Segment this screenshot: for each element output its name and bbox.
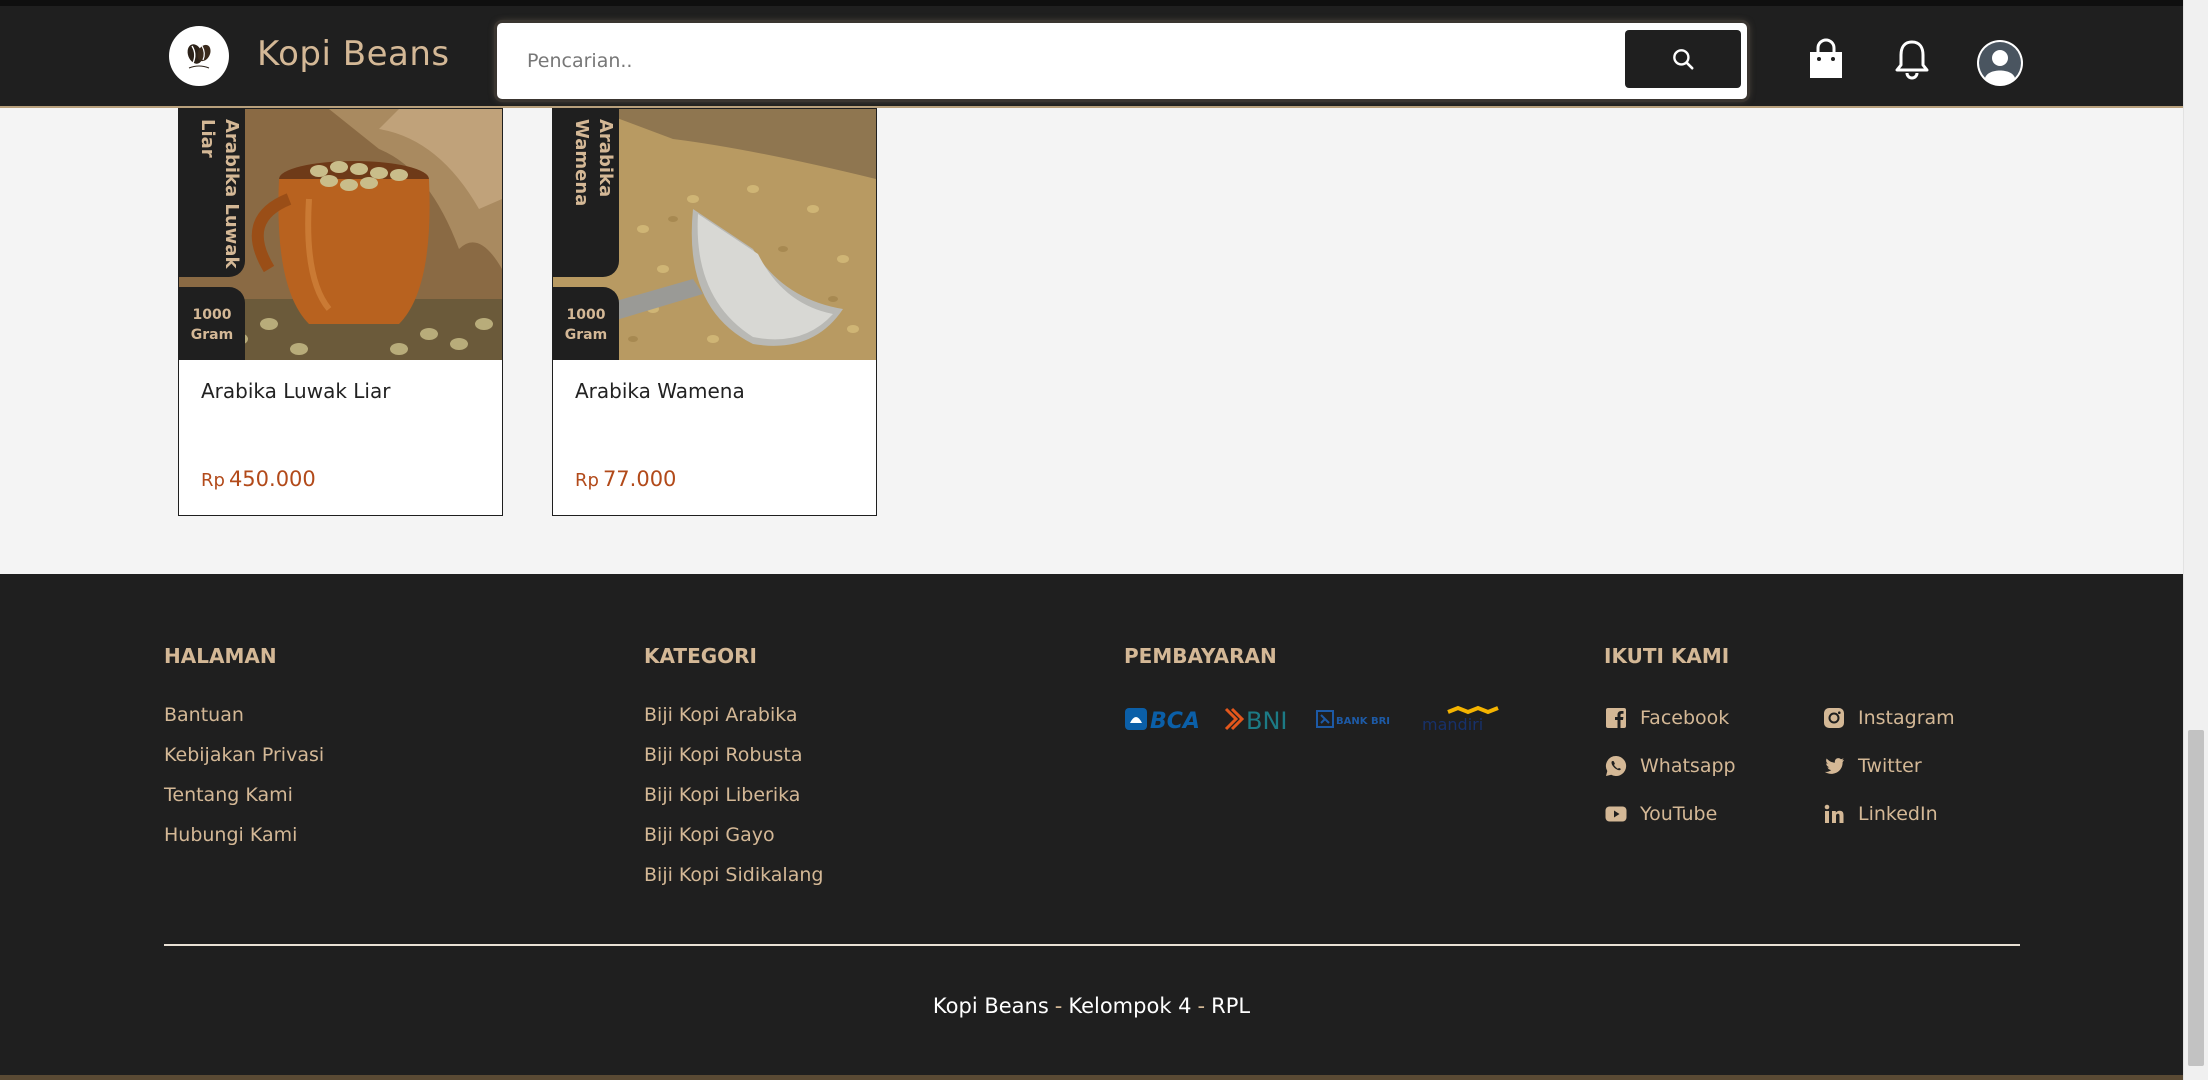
footer-heading: IKUTI KAMI: [1604, 644, 1730, 668]
user-avatar[interactable]: [1977, 40, 2023, 86]
currency-label: Rp: [575, 470, 599, 491]
search-bar: [497, 23, 1747, 99]
svg-text:mandiri: mandiri: [1422, 715, 1483, 734]
twitter-icon: [1824, 758, 1844, 774]
bell-icon: [1895, 40, 1929, 80]
footer-link-arabika[interactable]: Biji Kopi Arabika: [644, 704, 823, 744]
svg-text:BANK BRI: BANK BRI: [1336, 716, 1390, 727]
social-label: YouTube: [1640, 803, 1718, 825]
footer-link-kebijakan-privasi[interactable]: Kebijakan Privasi: [164, 744, 324, 784]
youtube-icon: [1605, 806, 1627, 822]
footer-heading: KATEGORI: [644, 644, 757, 668]
footer-link-liberika[interactable]: Biji Kopi Liberika: [644, 784, 823, 824]
instagram-icon: [1824, 708, 1844, 728]
footer-heading: HALAMAN: [164, 644, 277, 668]
product-price: Rp 77.000: [575, 467, 676, 491]
footer-divider: [164, 944, 2020, 946]
footer-link-bantuan[interactable]: Bantuan: [164, 704, 324, 744]
svg-text:BCA: BCA: [1150, 709, 1200, 733]
footer-link-gayo[interactable]: Biji Kopi Gayo: [644, 824, 823, 864]
scrollbar-thumb[interactable]: [2188, 730, 2204, 1066]
product-name: Arabika Luwak Liar: [201, 379, 391, 403]
copyright-separator: -: [1054, 994, 1063, 1018]
top-navbar: Kopi Beans: [0, 0, 2183, 108]
brand-logo[interactable]: [169, 26, 229, 86]
footer-link-sidikalang[interactable]: Biji Kopi Sidikalang: [644, 864, 823, 904]
copyright-group: Kelompok 4: [1068, 994, 1192, 1018]
svg-text:BNI: BNI: [1246, 707, 1288, 733]
copyright-separator: -: [1197, 994, 1206, 1018]
bri-logo-icon: BANK BRI: [1316, 710, 1390, 728]
social-label: LinkedIn: [1858, 803, 1938, 825]
social-link-twitter[interactable]: Twitter: [1822, 752, 2022, 780]
product-image: Arabika Wamena 1000 Gram: [553, 109, 876, 360]
search-icon: [1673, 49, 1694, 70]
product-card[interactable]: Arabika Wamena 1000 Gram Arabika Wamena …: [552, 108, 877, 516]
footer-kategori: KATEGORI Biji Kopi Arabika Biji Kopi Rob…: [644, 644, 823, 904]
footer-ikuti-kami: IKUTI KAMI Facebook Instagram Whatsapp T…: [1604, 644, 2022, 828]
footer-link-robusta[interactable]: Biji Kopi Robusta: [644, 744, 823, 784]
whatsapp-icon: [1605, 755, 1627, 776]
social-label: Instagram: [1858, 707, 1955, 729]
coffee-bean-logo-icon: [187, 44, 211, 69]
copyright-program: RPL: [1211, 994, 1251, 1018]
linkedin-icon: [1824, 804, 1844, 823]
price-value: 77.000: [602, 467, 677, 491]
currency-label: Rp: [201, 470, 225, 491]
notification-button[interactable]: [1891, 38, 1933, 80]
footer-pembayaran: PEMBAYARAN BCA BNI BANK BRI mandiri: [1124, 644, 1500, 734]
product-weight-tag: 1000 Gram: [179, 287, 245, 360]
product-price: Rp 450.000: [201, 467, 316, 491]
search-input[interactable]: [527, 43, 1607, 79]
social-link-instagram[interactable]: Instagram: [1822, 704, 2022, 732]
product-name: Arabika Wamena: [575, 379, 745, 403]
shopping-bag-icon: [1810, 38, 1842, 78]
user-avatar-icon: [1979, 42, 2021, 85]
product-image: Arabika Luwak Liar 1000 Gram: [179, 109, 502, 360]
copyright-text: Kopi Beans - Kelompok 4- RPL: [0, 994, 2183, 1018]
product-card[interactable]: Arabika Luwak Liar 1000 Gram Arabika Luw…: [178, 108, 503, 516]
product-variant-tag: Arabika Luwak Liar: [179, 109, 245, 277]
bca-logo-icon: BCA: [1125, 708, 1200, 733]
page-scrollbar[interactable]: [2183, 0, 2208, 1080]
bottom-accent-strip: [0, 1075, 2183, 1080]
social-link-linkedin[interactable]: LinkedIn: [1822, 800, 2022, 828]
social-link-facebook[interactable]: Facebook: [1604, 704, 1822, 732]
product-variant-tag: Arabika Wamena: [553, 109, 619, 277]
copyright-brand: Kopi Beans: [932, 994, 1049, 1018]
social-links: Facebook Instagram Whatsapp Twitter YouT…: [1604, 704, 2022, 828]
footer-link-hubungi-kami[interactable]: Hubungi Kami: [164, 824, 324, 864]
footer-halaman: HALAMAN Bantuan Kebijakan Privasi Tentan…: [164, 644, 324, 864]
payment-logos: BCA BNI BANK BRI mandiri: [1124, 704, 1500, 734]
bni-logo-icon: BNI: [1224, 707, 1288, 733]
facebook-icon: [1606, 708, 1626, 728]
social-link-youtube[interactable]: YouTube: [1604, 800, 1822, 828]
shopping-bag-button[interactable]: [1805, 38, 1847, 80]
social-label: Whatsapp: [1640, 755, 1736, 777]
search-button[interactable]: [1625, 30, 1741, 88]
mandiri-logo-icon: mandiri: [1422, 705, 1499, 734]
social-link-whatsapp[interactable]: Whatsapp: [1604, 752, 1822, 780]
footer-heading: PEMBAYARAN: [1124, 644, 1277, 668]
footer-link-tentang-kami[interactable]: Tentang Kami: [164, 784, 324, 824]
brand-name[interactable]: Kopi Beans: [257, 34, 450, 74]
site-footer: HALAMAN Bantuan Kebijakan Privasi Tentan…: [0, 574, 2183, 1080]
social-label: Facebook: [1640, 707, 1730, 729]
price-value: 450.000: [228, 467, 316, 491]
product-weight-tag: 1000 Gram: [553, 287, 619, 360]
social-label: Twitter: [1858, 755, 1922, 777]
